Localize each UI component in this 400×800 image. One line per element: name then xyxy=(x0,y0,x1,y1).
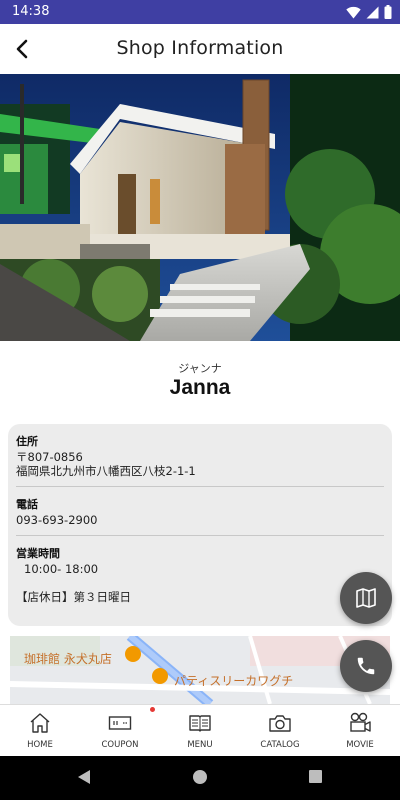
nav-movie[interactable]: MOVIE xyxy=(320,705,400,757)
nav-label: MOVIE xyxy=(346,740,374,750)
nav-label: HOME xyxy=(27,740,53,750)
phone-icon xyxy=(357,657,375,675)
address-label: 住所 xyxy=(16,435,38,448)
nav-label: COUPON xyxy=(101,740,139,750)
menu-book-icon xyxy=(189,715,211,732)
nav-home[interactable]: HOME xyxy=(0,705,80,757)
nav-catalog[interactable]: CATALOG xyxy=(240,705,320,757)
divider xyxy=(16,535,384,536)
closed-days: 【店休日】第３日曜日 xyxy=(16,590,131,604)
coupon-icon xyxy=(108,716,132,730)
status-time: 14:38 xyxy=(12,4,50,19)
call-button[interactable] xyxy=(340,640,392,692)
map-icon xyxy=(356,588,376,608)
phone-value[interactable]: 093-693-2900 xyxy=(16,513,97,527)
nav-menu[interactable]: MENU xyxy=(160,705,240,757)
app-header: Shop Information xyxy=(0,24,400,74)
shop-photo xyxy=(0,74,400,341)
camera-icon xyxy=(269,715,291,732)
nav-label: MENU xyxy=(187,740,213,750)
nav-coupon[interactable]: COUPON xyxy=(80,705,160,757)
home-circle-icon[interactable] xyxy=(191,768,209,786)
recents-square-icon[interactable] xyxy=(308,768,324,786)
phone-label: 電話 xyxy=(16,498,38,511)
address-value[interactable]: 福岡県北九州市八幡西区八枝2-1-1 xyxy=(16,463,196,479)
map-poi-label: パティスリーカワグチ xyxy=(174,674,294,688)
map-button[interactable] xyxy=(340,572,392,624)
hours-value: 10:00- 18:00 xyxy=(24,562,99,576)
map-poi-label: 珈琲館 永犬丸店 xyxy=(24,652,112,666)
notification-dot xyxy=(150,707,155,712)
shop-info-card: 住所 〒807-0856 福岡県北九州市八幡西区八枝2-1-1 電話 093-6… xyxy=(8,424,392,626)
status-icons xyxy=(346,4,392,20)
bottom-nav: HOME COUPON MENU CATALOG MOVIE xyxy=(0,704,400,756)
shop-name: Janna xyxy=(169,376,231,399)
system-nav-bar xyxy=(0,756,400,800)
movie-camera-icon xyxy=(350,712,371,732)
wifi-icon xyxy=(346,6,361,18)
hours-label: 営業時間 xyxy=(16,547,60,560)
shop-name-kana: ジャンナ xyxy=(178,362,222,375)
battery-icon xyxy=(384,5,392,19)
page-title: Shop Information xyxy=(116,37,284,59)
shop-map[interactable]: 珈琲館 永犬丸店 パティスリーカワグチ xyxy=(10,636,390,704)
back-triangle-icon[interactable] xyxy=(75,768,93,786)
nav-label: CATALOG xyxy=(260,740,300,750)
divider xyxy=(16,486,384,487)
signal-icon xyxy=(366,6,379,18)
home-icon xyxy=(30,713,50,733)
status-bar: 14:38 xyxy=(0,0,400,24)
